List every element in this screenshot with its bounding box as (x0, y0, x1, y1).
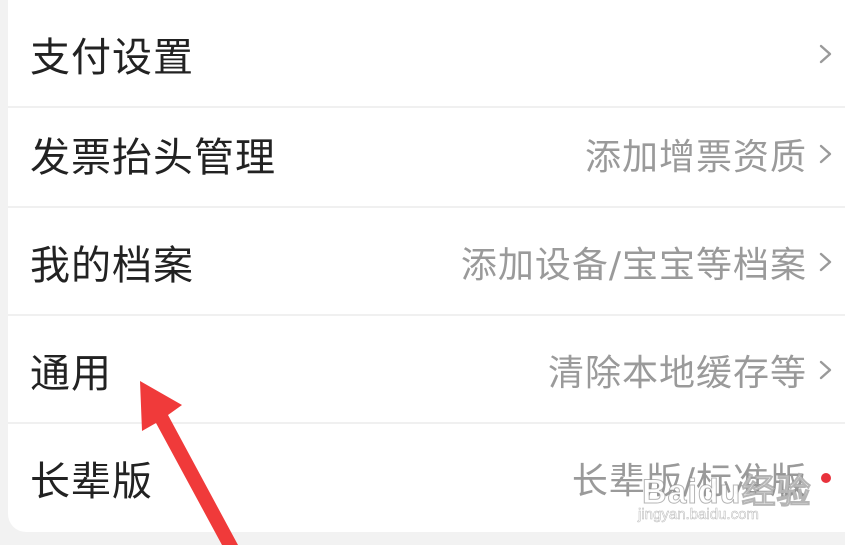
chevron-right-icon (819, 44, 832, 64)
row-value-my-profile: 添加设备/宝宝等档案 (460, 245, 807, 286)
settings-row-general[interactable]: 通用 清除本地缓存等 (8, 316, 845, 424)
row-label-my-profile: 我的档案 (30, 243, 194, 289)
row-label-payment: 支付设置 (30, 35, 194, 81)
row-label-elder-mode: 长辈版 (30, 459, 153, 505)
row-value-elder-mode: 长辈版/标准版 (571, 461, 807, 502)
row-label-invoice-title: 发票抬头管理 (30, 135, 276, 181)
chevron-right-icon (819, 360, 832, 380)
row-value-invoice-title: 添加增票资质 (584, 137, 807, 178)
settings-row-invoice-title[interactable]: 发票抬头管理 添加增票资质 (8, 100, 845, 208)
chevron-right-icon (819, 252, 832, 272)
settings-row-elder-mode[interactable]: 长辈版 长辈版/标准版 (8, 424, 845, 532)
row-label-general: 通用 (30, 351, 112, 397)
settings-card: 支付设置 发票抬头管理 添加增票资质 我的档案 添加设备/宝宝等档案 通用 清除… (8, 0, 845, 532)
red-dot-badge (821, 473, 831, 483)
settings-row-payment[interactable]: 支付设置 (8, 0, 845, 108)
row-value-general: 清除本地缓存等 (547, 353, 807, 394)
settings-page: 支付设置 发票抬头管理 添加增票资质 我的档案 添加设备/宝宝等档案 通用 清除… (0, 0, 845, 545)
settings-row-my-profile[interactable]: 我的档案 添加设备/宝宝等档案 (8, 208, 845, 316)
chevron-right-icon (819, 144, 832, 164)
